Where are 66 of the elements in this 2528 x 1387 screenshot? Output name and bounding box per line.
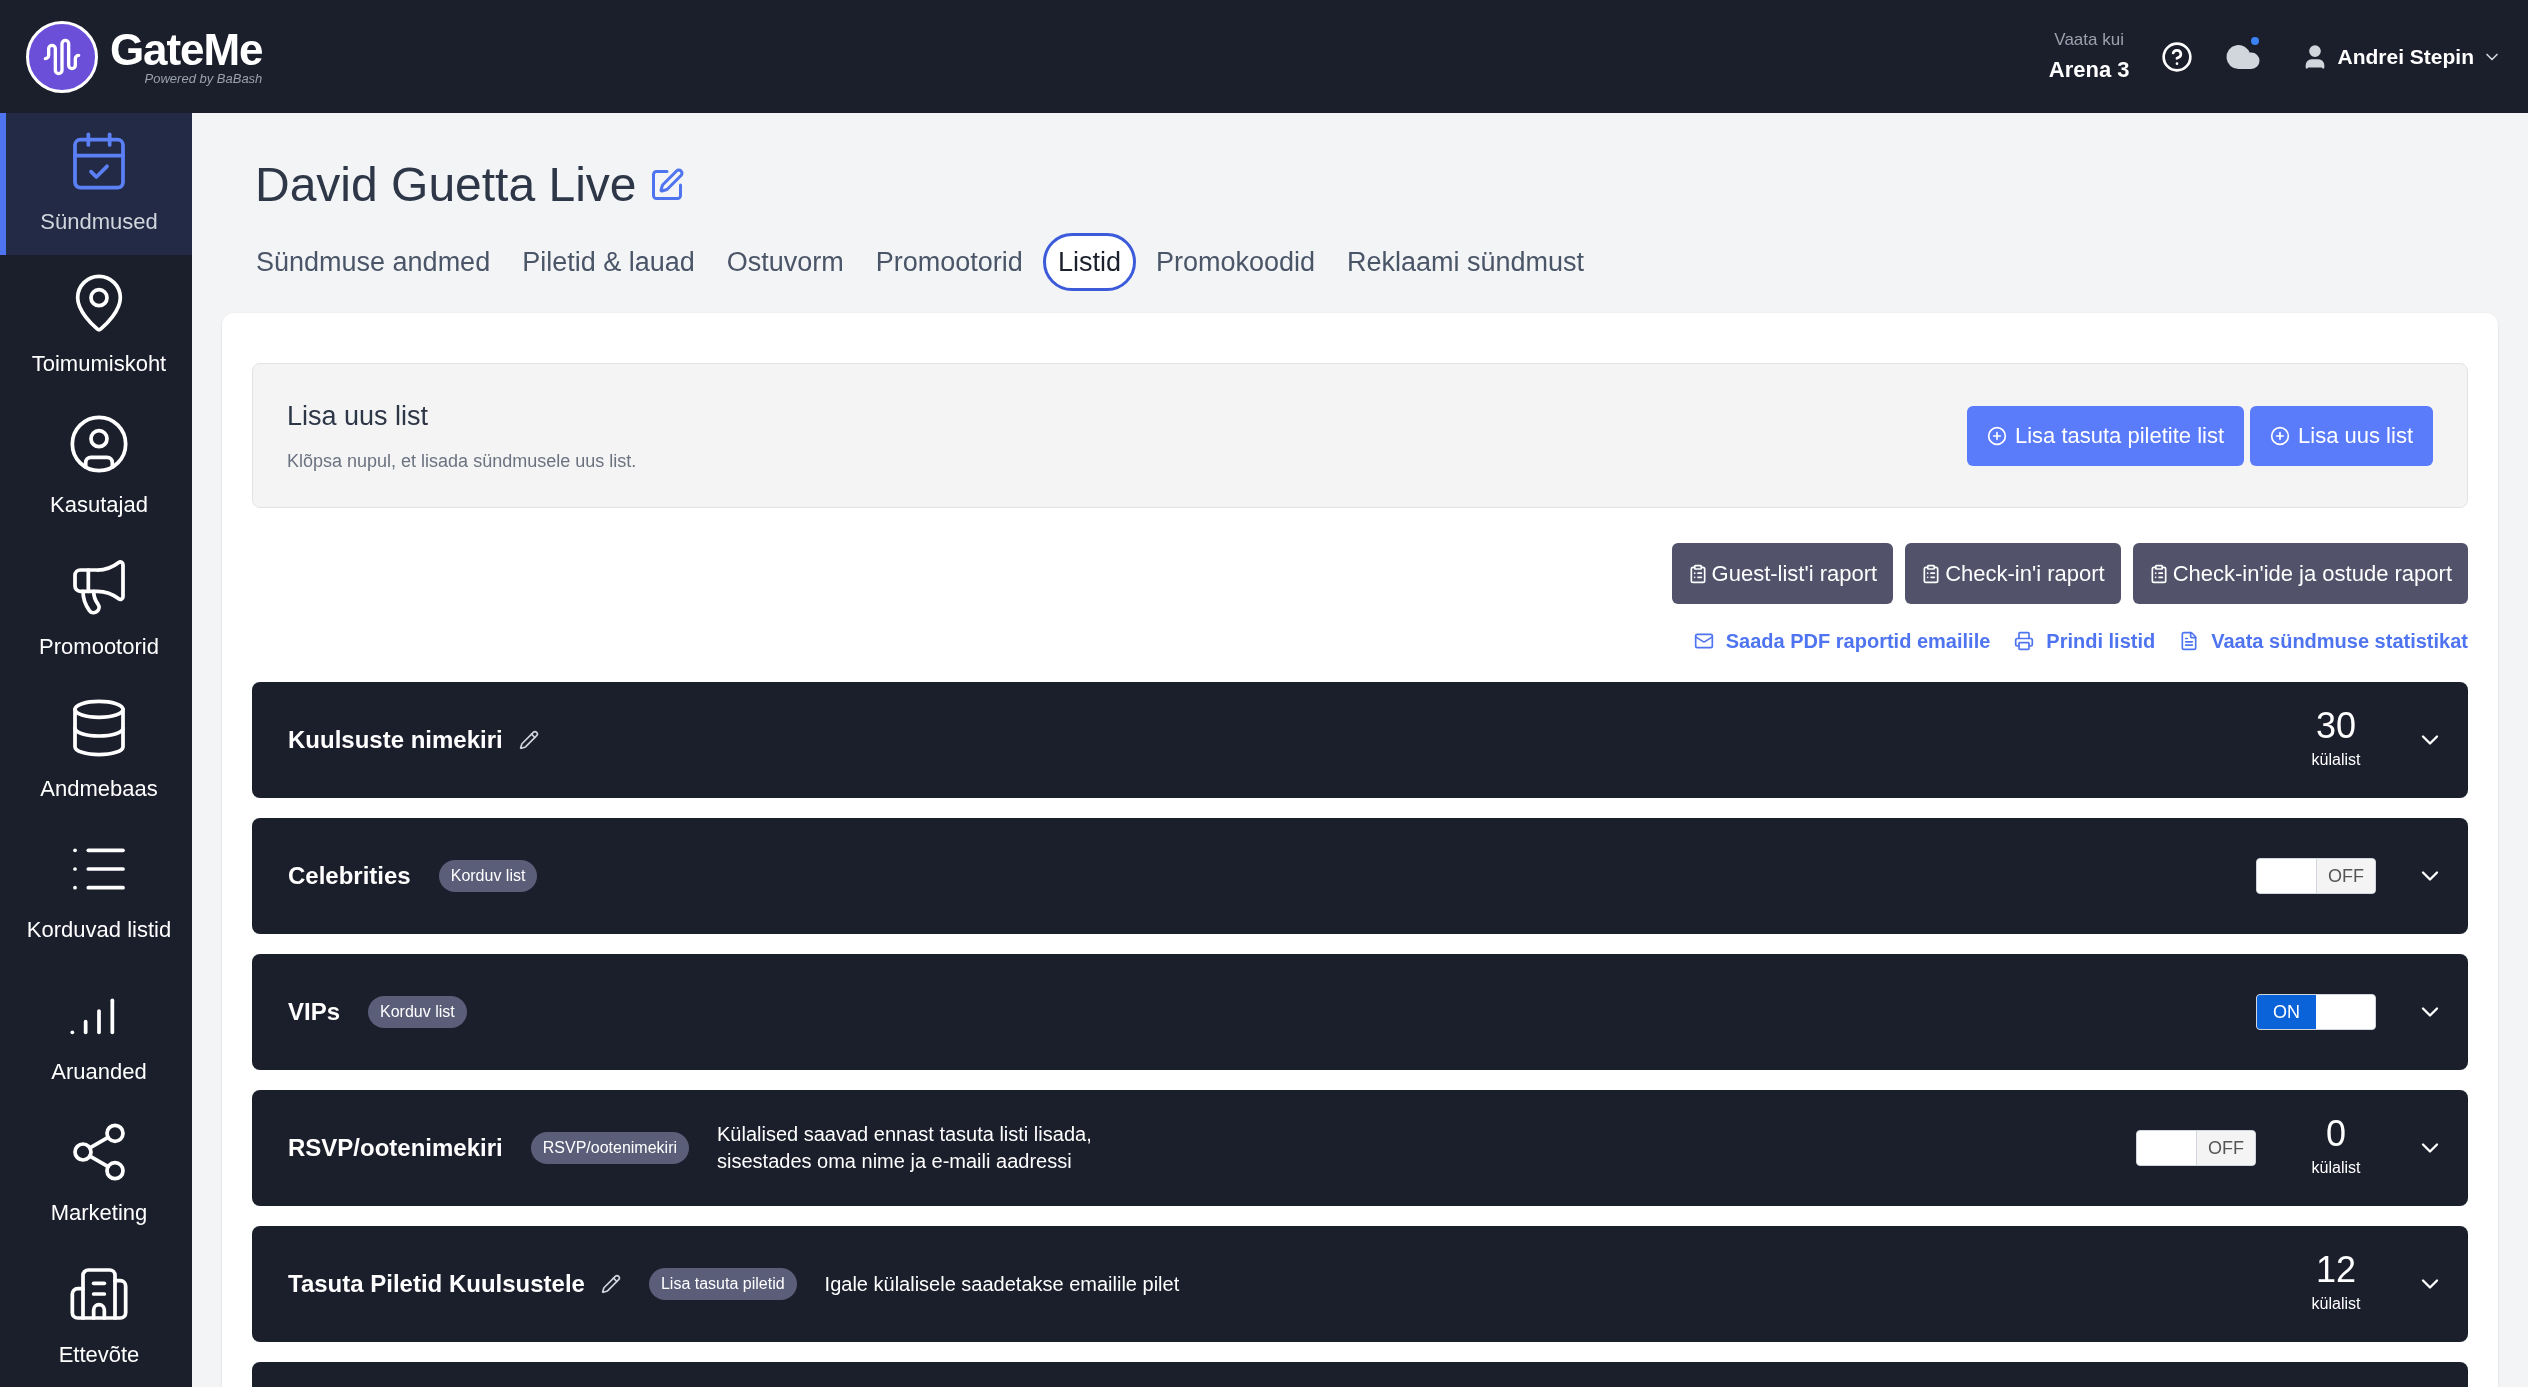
guest-count-label: külalist (2311, 1158, 2361, 1178)
sidebar-item[interactable]: Kasutajad (0, 396, 192, 538)
view-as-value[interactable]: Arena 3 (2048, 52, 2130, 86)
sidebar-item[interactable]: Aruanded (0, 962, 192, 1104)
help-icon[interactable] (2161, 40, 2194, 73)
guest-count-label: külalist (2311, 1294, 2361, 1314)
sidebar-item[interactable]: Ettevõte (0, 1245, 192, 1387)
mail-icon (1693, 631, 1714, 651)
list-description: Igale külalisele saadetakse emailile pilet (824, 1271, 1180, 1297)
toggle-switch[interactable]: ON (2256, 994, 2376, 1030)
document-icon (2179, 631, 2200, 651)
tab[interactable]: Promootorid (863, 233, 1035, 291)
plus-circle-icon (1986, 425, 2007, 446)
list-card[interactable]: Kuulsuste nimekiri 30 külalist (252, 682, 2468, 798)
tab[interactable]: Promokoodid (1143, 233, 1327, 291)
guest-count: 0 (2326, 1116, 2346, 1152)
list-title: Kuulsuste nimekiri (288, 725, 503, 755)
list-title: Celebrities (288, 861, 411, 891)
guest-count: 12 (2315, 1252, 2356, 1288)
sidebar-item[interactable]: Marketing (0, 1103, 192, 1246)
sidebar-item[interactable]: Sündmused (0, 113, 192, 255)
panel-hint: Klõpsa nupul, et lisada sündmusele uus list. (287, 450, 638, 474)
sidebar-item[interactable]: Andmebaas (0, 679, 192, 821)
clipboard-icon (1921, 563, 1942, 584)
list-card[interactable]: VIPs Korduv list ON (252, 954, 2468, 1070)
brand-tagline: Powered by BaBash (144, 72, 263, 85)
add-list-button[interactable]: Lisa tasuta piletite list (1966, 405, 2245, 466)
sidebar-item[interactable]: Promootorid (0, 537, 192, 680)
toggle-switch[interactable]: OFF (2136, 1130, 2256, 1166)
action-link[interactable]: Saada PDF raportid emailile (1693, 626, 1991, 656)
list-tag: RSVP/ootenimekiri (530, 1132, 689, 1164)
plus-circle-icon (2270, 425, 2291, 446)
brand-name: GateMe (110, 28, 263, 72)
report-button[interactable]: Check-in'i raport (1905, 543, 2121, 604)
event-title: David Guetta Live (255, 157, 637, 213)
sidebar-item[interactable]: Korduvad listid (0, 820, 192, 963)
list-description: Külalised saavad ennast tasuta listi lisada, sisestades oma nime ja e-maili aadressi (717, 1122, 1092, 1174)
guest-count: 30 (2315, 708, 2356, 744)
list-card[interactable]: Celebrities Korduv list OFF (252, 818, 2468, 934)
add-list-button[interactable]: Lisa uus list (2250, 405, 2433, 466)
list-tag: Korduv list (438, 860, 538, 892)
action-link[interactable]: Prindi listid (2014, 626, 2156, 656)
printer-icon (2014, 631, 2035, 651)
tab[interactable]: Ostuvorm (714, 233, 856, 291)
list-title: RSVP/ootenimekiri (288, 1133, 503, 1163)
list-title: VIPs (288, 997, 341, 1027)
report-button[interactable]: Guest-list'i raport (1671, 543, 1894, 604)
toggle-switch[interactable]: OFF (2256, 858, 2376, 894)
tab[interactable]: Listid (1042, 233, 1136, 291)
pencil-icon[interactable] (600, 1274, 621, 1294)
pencil-icon[interactable] (518, 730, 539, 750)
guest-count-label: külalist (2311, 750, 2361, 770)
tab[interactable]: Piletid & lauad (510, 233, 707, 291)
list-tag: Korduv list (368, 996, 467, 1028)
user-menu[interactable]: Andrei Stepin (2301, 40, 2502, 73)
list-title: Tasuta Piletid Kuulsustele (288, 1269, 585, 1299)
action-link[interactable]: Vaata sündmuse statistikat (2179, 626, 2468, 656)
report-button[interactable]: Check-in'ide ja ostude raport (2132, 543, 2468, 604)
view-as-label: Vaata kui (2054, 29, 2124, 52)
list-card[interactable]: RSVP/ootenimekiri RSVP/ootenimekiri Külalised saavad ennast tasuta listi lisada, sisestades oma nime ja e-maili aadressi OFF 0 külalist (252, 1090, 2468, 1206)
tab[interactable]: Reklaami sündmust (1335, 233, 1597, 291)
tab[interactable]: Sündmuse andmed (244, 233, 503, 291)
list-tag: Lisa tasuta piletid (648, 1268, 797, 1300)
sidebar-item[interactable]: Toimumiskoht (0, 254, 192, 397)
list-card[interactable]: Tasuta Piletid Kuulsustele Lisa tasuta piletid Igale külalisele saadetakse emailile pilet 12 külalist (252, 1226, 2468, 1342)
panel-title: Lisa uus list (287, 399, 430, 433)
